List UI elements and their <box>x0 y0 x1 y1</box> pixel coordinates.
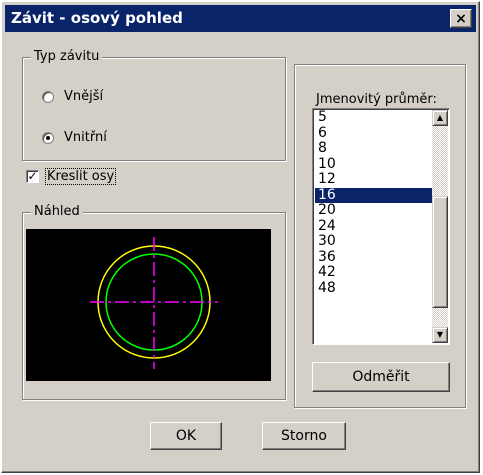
cancel-button[interactable]: Storno <box>262 422 346 450</box>
scroll-thumb[interactable] <box>432 196 448 308</box>
cancel-button-label: Storno <box>281 428 327 444</box>
list-item[interactable]: 24 <box>315 218 433 235</box>
list-item[interactable]: 12 <box>315 172 433 188</box>
draw-axes-label: Kreslit osy <box>45 168 117 185</box>
list-scrollbar[interactable]: ▲ ▼ <box>432 110 448 343</box>
diameter-listbox[interactable]: 5 6 8 10 12 16 20 24 30 36 42 48 ▲ ▼ <box>312 108 450 345</box>
radio-external[interactable]: Vnější <box>42 89 103 104</box>
measure-button[interactable]: Odměřit <box>312 362 450 392</box>
list-item[interactable]: 8 <box>315 141 433 157</box>
scroll-up-button[interactable]: ▲ <box>432 110 448 126</box>
radio-internal-button[interactable] <box>42 131 54 144</box>
radio-internal-label: Vnitřní <box>64 130 107 145</box>
ok-button-label: OK <box>175 428 197 444</box>
radio-external-button[interactable] <box>42 90 54 103</box>
thread-preview-drawing <box>90 237 218 369</box>
dialog-window: Závit - osový pohled × Typ závitu Vnější… <box>1 1 480 473</box>
radio-external-label: Vnější <box>64 89 104 104</box>
thread-type-label: Typ závitu <box>31 49 103 64</box>
close-icon: × <box>455 10 467 27</box>
scroll-down-button[interactable]: ▼ <box>432 327 448 343</box>
check-icon: ✓ <box>27 169 38 183</box>
diameter-list-items: 5 6 8 10 12 16 20 24 30 36 42 48 <box>315 110 433 296</box>
list-item[interactable]: 30 <box>315 234 433 250</box>
draw-axes-checkbox[interactable]: ✓ <box>26 170 39 183</box>
preview-canvas <box>26 229 271 381</box>
list-item[interactable]: 42 <box>315 265 433 281</box>
list-item[interactable]: 36 <box>315 249 433 266</box>
thread-type-group: Typ závitu <box>22 49 286 161</box>
measure-button-label: Odměřit <box>352 369 410 385</box>
window-title: Závit - osový pohled <box>11 9 183 27</box>
list-item-selected[interactable]: 16 <box>315 187 433 203</box>
ok-button[interactable]: OK <box>150 422 222 450</box>
preview-label: Náhled <box>31 204 83 219</box>
list-item[interactable]: 10 <box>315 156 433 173</box>
scroll-up-icon: ▲ <box>436 113 444 122</box>
title-bar[interactable]: Závit - osový pohled × <box>5 5 476 32</box>
list-item[interactable]: 5 <box>315 110 433 126</box>
list-item[interactable]: 6 <box>315 125 433 142</box>
list-item[interactable]: 20 <box>315 203 433 219</box>
draw-axes-checkbox-row[interactable]: ✓ Kreslit osy <box>26 168 117 185</box>
close-button[interactable]: × <box>450 9 472 28</box>
radio-internal[interactable]: Vnitřní <box>42 130 107 145</box>
list-item[interactable]: 48 <box>315 280 433 297</box>
scroll-down-icon: ▼ <box>436 330 444 339</box>
diameter-list-label: Jmenovitý průměr: <box>316 92 437 107</box>
